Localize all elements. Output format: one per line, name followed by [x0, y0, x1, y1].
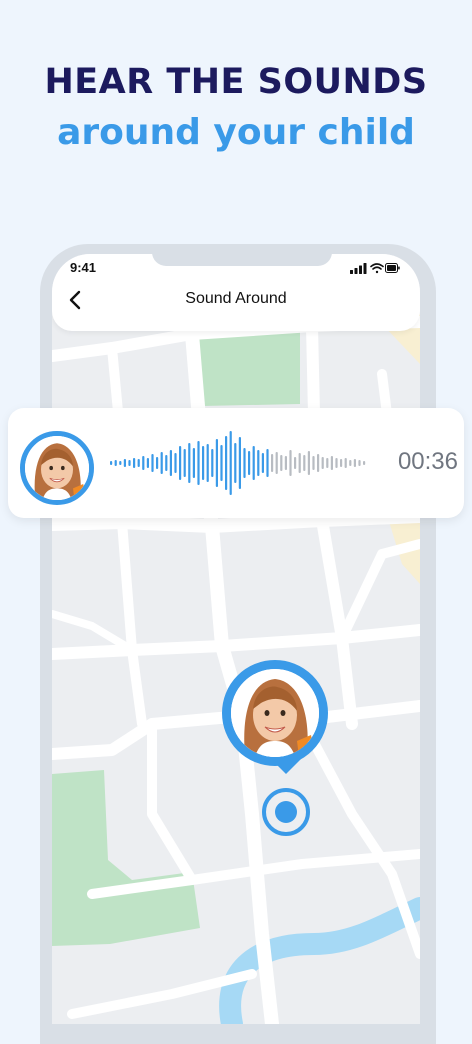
waveform-bar-played [137, 459, 140, 467]
battery-icon [385, 263, 400, 273]
screen-title: Sound Around [185, 290, 287, 307]
headline: HEAR THE SOUNDS around your child [0, 58, 472, 158]
audio-duration: 00:36 [397, 448, 458, 475]
waveform-bar-played [114, 460, 117, 466]
waveform-bar-unplayed [335, 458, 338, 468]
signal-icon [350, 263, 367, 274]
status-icons [350, 261, 400, 279]
headline-subtitle: around your child [57, 112, 415, 153]
waveform-bar-unplayed [340, 459, 343, 467]
app-bar: 9:41 Sound Around [52, 254, 420, 331]
waveform-bar-unplayed [312, 456, 315, 470]
waveform-bar-played [169, 450, 172, 476]
headline-title: HEAR THE SOUNDS [44, 62, 428, 102]
waveform-bar-played [257, 450, 260, 476]
waveform-bar-played [248, 451, 251, 475]
waveform-bar-unplayed [303, 455, 306, 471]
waveform-bar-played [165, 455, 168, 471]
waveform-bar-played [123, 459, 126, 467]
status-time: 9:41 [70, 260, 97, 275]
waveform-bar-unplayed [289, 450, 292, 476]
waveform-bar-unplayed [280, 455, 283, 471]
waveform-bar-played [188, 443, 191, 483]
waveform-bar-played [192, 448, 195, 478]
waveform-bar-unplayed [294, 457, 297, 469]
waveform-bar-played [220, 445, 223, 481]
waveform-bar-unplayed [317, 454, 320, 472]
waveform-bar-played [243, 448, 246, 478]
phone-notch [152, 254, 332, 266]
sound-card[interactable]: 00:36 [8, 408, 464, 518]
waveform-bar-played [211, 449, 214, 477]
phone-screen: 9:41 Sound Around [52, 254, 420, 1024]
location-pin-icon [262, 758, 310, 836]
wifi-icon [370, 263, 384, 274]
waveform-bar-unplayed [330, 456, 333, 470]
waveform-bar-unplayed [363, 461, 366, 465]
waveform-bar-unplayed [307, 451, 310, 475]
waveform-bar-unplayed [349, 460, 352, 466]
waveform-bar-unplayed [358, 460, 361, 466]
child-avatar-image [25, 436, 89, 500]
waveform-bar-played [142, 456, 145, 470]
waveform-bar-played [179, 446, 182, 480]
waveform-bar-played [261, 453, 264, 473]
waveform-bar-unplayed [271, 454, 274, 472]
waveform-bar-played [156, 457, 159, 469]
child-avatar [20, 431, 94, 505]
waveform-bar-played [174, 453, 177, 473]
waveform-bar-played [215, 439, 218, 487]
waveform-bar-played [229, 431, 232, 495]
waveform-bar-played [197, 441, 200, 485]
waveform-bar-unplayed [321, 457, 324, 469]
waveform-bar-unplayed [344, 458, 347, 468]
waveform-bar-unplayed [326, 458, 329, 468]
audio-waveform[interactable] [108, 423, 378, 503]
waveform-bar-unplayed [275, 452, 278, 474]
waveform-bar-played [206, 444, 209, 482]
park-area [196, 330, 300, 406]
waveform-bar-unplayed [353, 459, 356, 467]
waveform-bar-played [151, 454, 154, 472]
waveform-bar-played [252, 446, 255, 480]
waveform-bar-played [202, 446, 205, 480]
waveform-bar-played [266, 449, 269, 477]
child-avatar-image [231, 669, 319, 757]
waveform-bar-played [238, 437, 241, 489]
waveform-bar-unplayed [298, 453, 301, 473]
waveform-bar-played [110, 461, 113, 465]
map[interactable] [52, 254, 420, 1024]
child-location-avatar[interactable] [222, 660, 328, 766]
waveform-bar-played [225, 436, 228, 490]
waveform-bar-unplayed [284, 456, 287, 470]
waveform-bar-played [183, 449, 186, 477]
waveform-bar-played [146, 458, 149, 468]
waveform-bar-played [119, 461, 122, 465]
waveform-bar-played [160, 452, 163, 474]
waveform-bar-played [128, 460, 131, 466]
waveform-bar-played [133, 458, 136, 468]
waveform-bar-played [234, 443, 237, 483]
